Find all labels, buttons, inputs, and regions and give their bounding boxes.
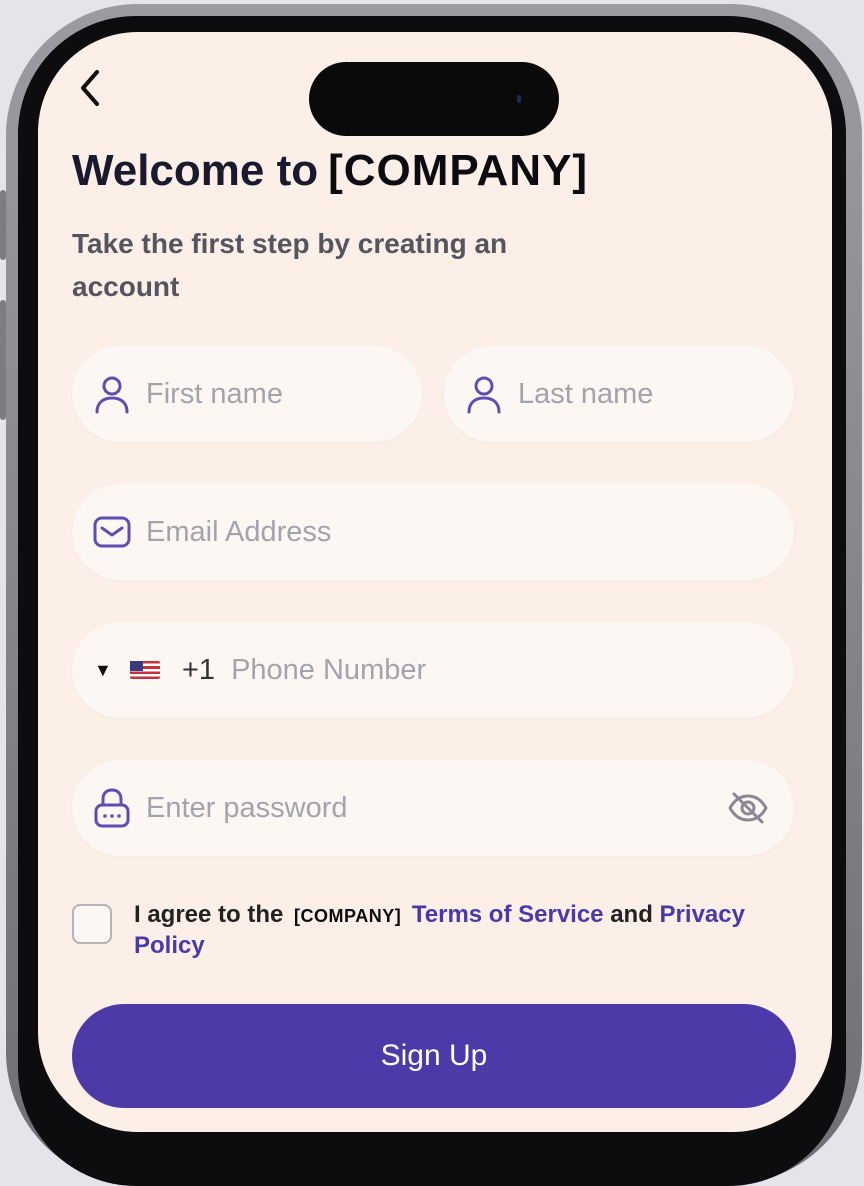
caret-down-icon: ▼	[94, 659, 112, 680]
phone-field: ▼ +1	[72, 622, 794, 718]
dial-code: +1	[182, 653, 216, 686]
first-name-input[interactable]	[144, 376, 422, 412]
title-text: Welcome to	[72, 146, 319, 195]
mail-icon	[92, 512, 132, 552]
side-button	[0, 190, 6, 260]
page-subtitle: Take the first step by creating an accou…	[72, 228, 508, 302]
back-button[interactable]	[68, 66, 112, 110]
chevron-left-icon	[81, 70, 99, 106]
signup-screen: Welcome to [COMPANY] Take the first step …	[38, 32, 832, 1132]
sign-up-button[interactable]: Sign Up	[72, 1004, 796, 1108]
terms-brand: [COMPANY]	[294, 906, 402, 926]
user-icon	[464, 374, 504, 414]
email-field	[72, 484, 794, 580]
camera-dot	[517, 95, 521, 103]
terms-prefix: I agree to the	[134, 901, 284, 928]
terms-of-service-link[interactable]: Terms of Service	[412, 901, 604, 928]
brand-name: [COMPANY]	[328, 146, 589, 195]
password-field	[72, 760, 794, 856]
email-input[interactable]	[144, 514, 794, 550]
terms-checkbox[interactable]	[72, 904, 112, 944]
country-code-selector[interactable]: ▼ +1	[94, 654, 215, 687]
terms-text: I agree to the [COMPANY] Terms of Servic…	[134, 900, 774, 961]
last-name-field	[444, 346, 794, 442]
terms-conjunction: and	[610, 901, 653, 928]
last-name-input[interactable]	[516, 376, 794, 412]
dynamic-island	[309, 62, 559, 136]
password-input[interactable]	[144, 790, 724, 826]
lock-icon	[92, 788, 132, 828]
toggle-password-visibility[interactable]	[724, 784, 772, 832]
first-name-field	[72, 346, 422, 442]
page-title: Welcome to [COMPANY]	[72, 146, 588, 196]
phone-input[interactable]	[229, 652, 794, 688]
side-button	[0, 300, 6, 420]
us-flag-icon	[130, 661, 160, 679]
eye-off-icon	[728, 792, 768, 824]
user-icon	[92, 374, 132, 414]
